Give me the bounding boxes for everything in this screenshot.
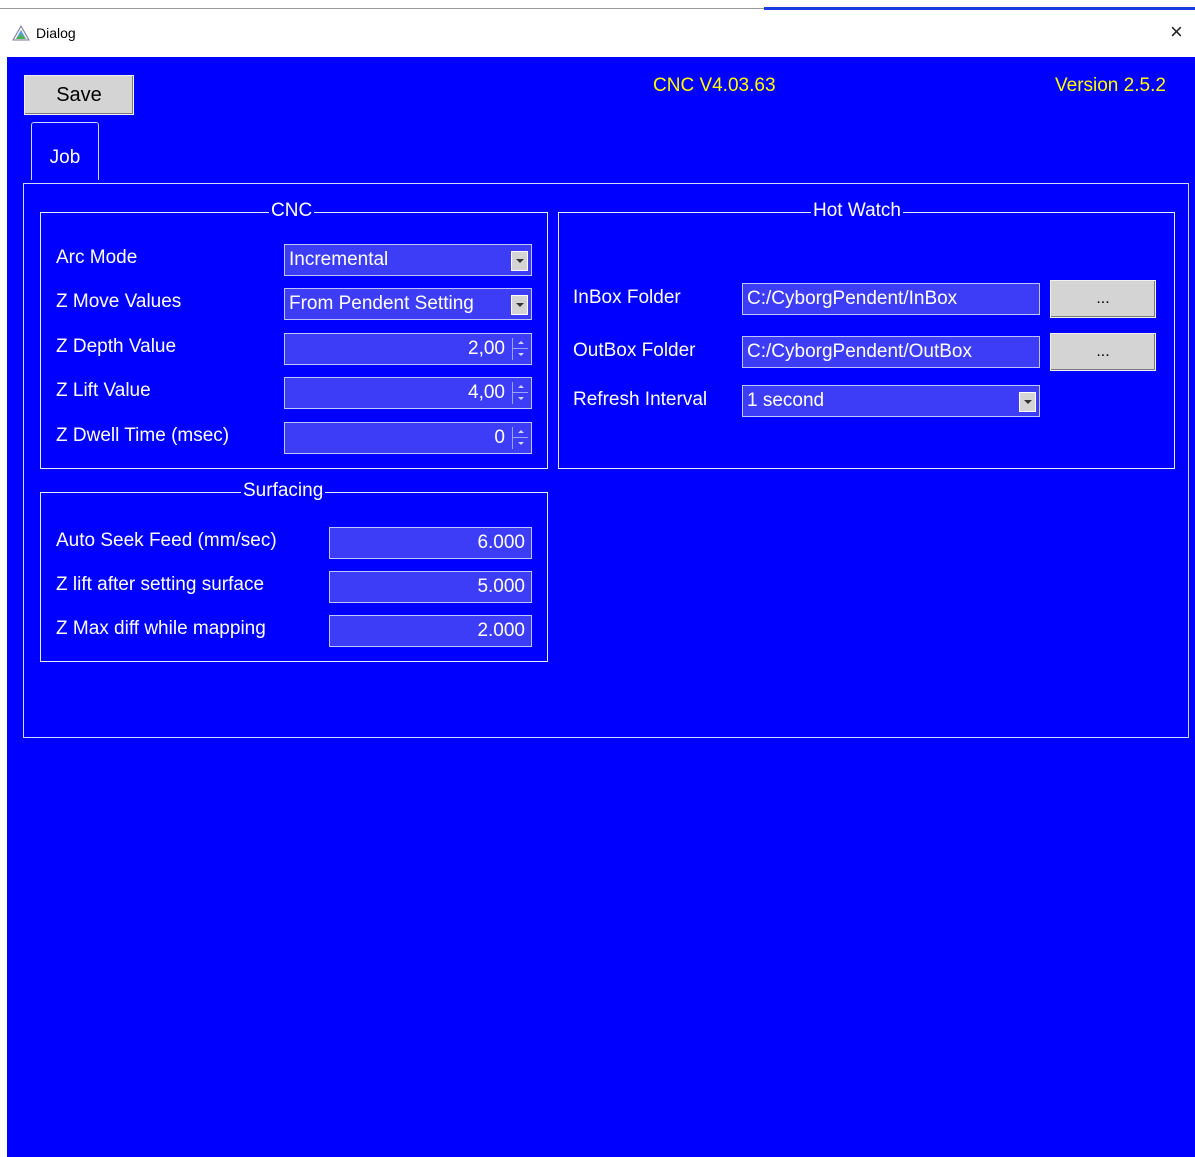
auto-seek-feed-value: 6.000 <box>477 532 525 553</box>
spin-down-icon[interactable] <box>513 393 528 404</box>
arc-mode-label: Arc Mode <box>56 247 138 268</box>
spin-up-icon[interactable] <box>513 338 528 349</box>
spin-up-icon[interactable] <box>513 382 528 393</box>
z-lift-spinbox[interactable]: 4,00 <box>284 377 532 409</box>
z-lift-label: Z Lift Value <box>56 380 151 401</box>
z-max-diff-label: Z Max diff while mapping <box>56 618 266 639</box>
dialog-client-area: Save CNC V4.03.63 Version 2.5.2 Job CNC … <box>7 57 1195 1157</box>
chevron-down-icon[interactable] <box>511 295 528 315</box>
hot-watch-group: Hot Watch InBox Folder C:/CyborgPendent/… <box>558 200 1175 469</box>
surfacing-group: Surfacing Auto Seek Feed (mm/sec) 6.000 … <box>40 480 548 662</box>
job-tab-pane: CNC Arc Mode Incremental Z Move Values F… <box>23 183 1189 738</box>
spin-buttons[interactable] <box>512 427 528 449</box>
z-dwell-label: Z Dwell Time (msec) <box>56 425 230 446</box>
cnc-version-label: CNC V4.03.63 <box>653 75 776 96</box>
auto-seek-feed-label: Auto Seek Feed (mm/sec) <box>56 530 277 551</box>
z-max-diff-value: 2.000 <box>477 620 525 641</box>
title-bar: Dialog × <box>0 7 1195 57</box>
surfacing-group-title: Surfacing <box>241 480 326 502</box>
z-lift-value: 4,00 <box>468 382 505 403</box>
z-move-values-value: From Pendent Setting <box>289 293 474 314</box>
z-dwell-value: 0 <box>494 427 505 448</box>
chevron-down-icon[interactable] <box>1019 392 1036 412</box>
spin-buttons[interactable] <box>512 382 528 404</box>
z-dwell-spinbox[interactable]: 0 <box>284 422 532 454</box>
refresh-interval-select[interactable]: 1 second <box>742 385 1040 417</box>
z-lift-after-field[interactable]: 5.000 <box>329 571 532 603</box>
outbox-folder-label: OutBox Folder <box>573 340 696 361</box>
dialog-app-icon <box>12 25 30 41</box>
title-bar-accent <box>764 7 1195 10</box>
outbox-folder-field[interactable]: C:/CyborgPendent/OutBox <box>742 336 1040 368</box>
tab-job[interactable]: Job <box>31 122 99 180</box>
hot-watch-group-title: Hot Watch <box>811 200 903 222</box>
z-depth-label: Z Depth Value <box>56 336 177 357</box>
z-depth-value: 2,00 <box>468 338 505 359</box>
refresh-interval-label: Refresh Interval <box>573 389 708 410</box>
spin-buttons[interactable] <box>512 338 528 360</box>
z-move-values-select[interactable]: From Pendent Setting <box>284 288 532 320</box>
cnc-group-title: CNC <box>269 200 315 222</box>
z-max-diff-field[interactable]: 2.000 <box>329 615 532 647</box>
inbox-folder-label: InBox Folder <box>573 287 681 308</box>
auto-seek-feed-field[interactable]: 6.000 <box>329 527 532 559</box>
app-version-label: Version 2.5.2 <box>1055 75 1166 96</box>
inbox-folder-value: C:/CyborgPendent/InBox <box>747 288 958 309</box>
spin-down-icon[interactable] <box>513 438 528 449</box>
z-lift-after-value: 5.000 <box>477 576 525 597</box>
refresh-interval-value: 1 second <box>747 390 825 411</box>
inbox-folder-field[interactable]: C:/CyborgPendent/InBox <box>742 283 1040 315</box>
z-move-values-label: Z Move Values <box>56 291 182 312</box>
outbox-folder-value: C:/CyborgPendent/OutBox <box>747 341 972 362</box>
z-depth-spinbox[interactable]: 2,00 <box>284 333 532 365</box>
save-button[interactable]: Save <box>24 75 134 115</box>
inbox-browse-button[interactable]: ... <box>1050 280 1156 318</box>
arc-mode-value: Incremental <box>289 249 389 270</box>
spin-up-icon[interactable] <box>513 427 528 438</box>
chevron-down-icon[interactable] <box>511 251 528 271</box>
window-title: Dialog <box>36 25 76 41</box>
outbox-browse-button[interactable]: ... <box>1050 333 1156 371</box>
cnc-group: CNC Arc Mode Incremental Z Move Values F… <box>40 200 548 469</box>
spin-down-icon[interactable] <box>513 349 528 360</box>
z-lift-after-label: Z lift after setting surface <box>56 574 265 595</box>
arc-mode-select[interactable]: Incremental <box>284 244 532 276</box>
close-icon[interactable]: × <box>1170 19 1183 45</box>
